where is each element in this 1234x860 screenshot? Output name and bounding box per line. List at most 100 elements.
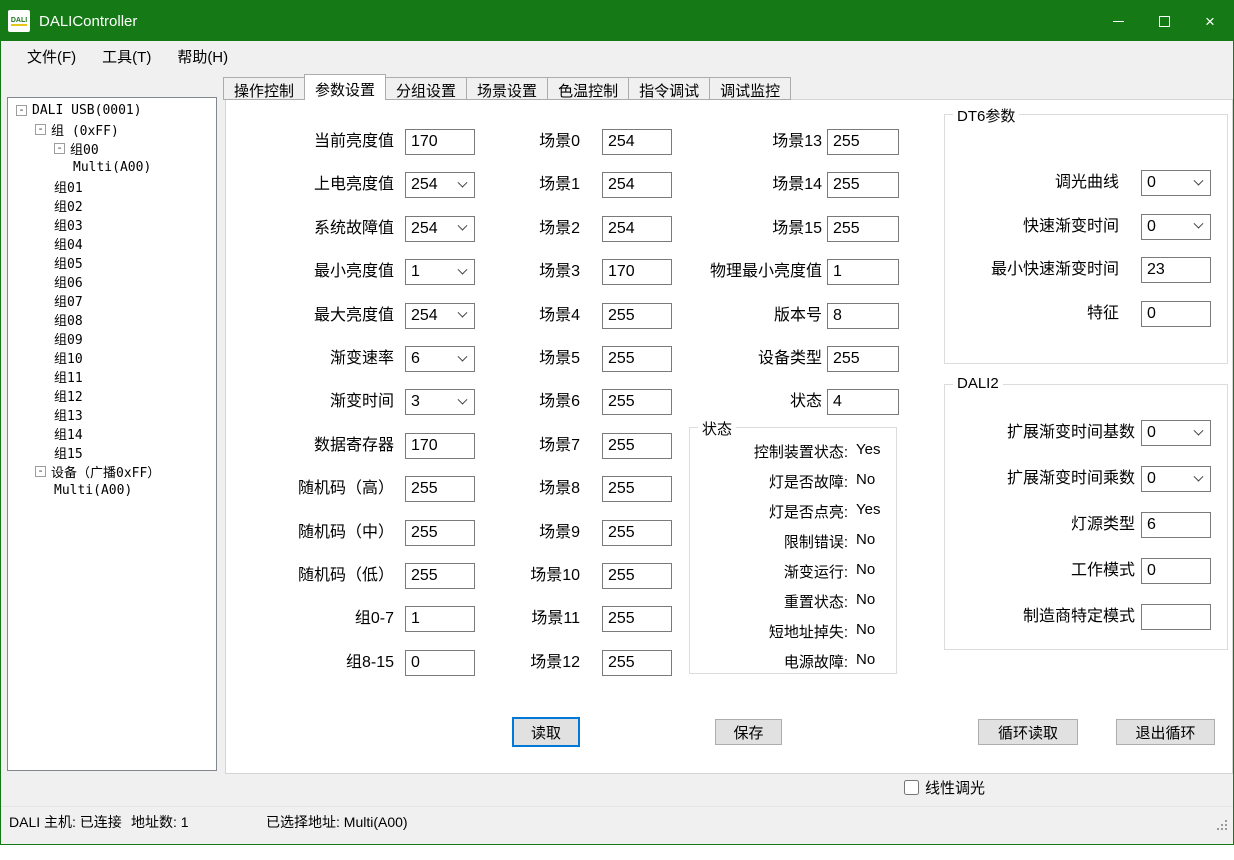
extended-fade-time-multiplier-combobox[interactable]: 0 [1141,466,1211,492]
dimming-curve-label: 调光曲线 [949,170,1119,196]
tree-item-16[interactable]: 组13 [8,405,216,424]
tree-item-7[interactable]: 组04 [8,234,216,253]
tree-item-1[interactable]: -组 (0xFF) [8,120,216,139]
fade-time-combobox[interactable]: 3 [405,389,475,415]
group-8-15-input[interactable] [405,650,475,676]
maximize-button[interactable] [1141,1,1187,41]
tree-item-6[interactable]: 组03 [8,215,216,234]
tree-expander-icon[interactable]: - [16,105,27,116]
tree-item-4[interactable]: 组01 [8,177,216,196]
scene-0-label: 场景0 [466,129,580,155]
group-0-7-input[interactable] [405,606,475,632]
light-source-type-input[interactable] [1141,512,1211,538]
device-type-label: 设备类型 [636,346,822,372]
scene-11-label: 场景11 [466,606,580,632]
tree-item-17[interactable]: 组14 [8,424,216,443]
tab-0[interactable]: 操作控制 [223,77,305,100]
read-button[interactable]: 读取 [512,717,580,747]
scene-10-input[interactable] [602,563,672,589]
random-code-high-input[interactable] [405,476,475,502]
short-address-missing-label: 短地址掉失: [696,621,848,642]
min-level-combobox[interactable]: 1 [405,259,475,285]
extended-fade-time-multiplier-label: 扩展渐变时间乘数 [949,466,1135,492]
tree-item-2[interactable]: -组00 [8,139,216,158]
power-on-level-combobox[interactable]: 254 [405,172,475,198]
tree-item-0[interactable]: -DALI USB(0001) [8,101,216,120]
tree-item-11[interactable]: 组08 [8,310,216,329]
tab-content-panel: 状态 控制装置状态:Yes灯是否故障:No灯是否点亮:Yes限制错误:No渐变运… [225,99,1233,774]
tree-item-3[interactable]: Multi(A00) [8,158,216,177]
menu-item-1[interactable]: 工具(T) [89,42,164,71]
tree-item-10[interactable]: 组07 [8,291,216,310]
scene-13-input[interactable] [827,129,899,155]
tree-item-5[interactable]: 组02 [8,196,216,215]
menu-item-2[interactable]: 帮助(H) [164,42,241,71]
tree-item-12[interactable]: 组09 [8,329,216,348]
tree-item-14[interactable]: 组11 [8,367,216,386]
system-failure-level-combobox[interactable]: 254 [405,216,475,242]
extended-fade-time-base-combobox[interactable]: 0 [1141,420,1211,446]
features-label: 特征 [949,301,1119,327]
scene-7-input[interactable] [602,433,672,459]
scene-6-label: 场景6 [466,389,580,415]
chevron-down-icon [1194,471,1204,481]
current-level-label: 当前亮度值 [234,129,394,155]
tree-expander-icon[interactable]: - [54,143,65,154]
power-failure-value: No [856,651,875,668]
scene-9-input[interactable] [602,520,672,546]
version-number-input[interactable] [827,303,899,329]
app-icon: DALI [8,10,30,32]
max-level-combobox[interactable]: 254 [405,303,475,329]
device-type-input[interactable] [827,346,899,372]
tree-item-8[interactable]: 组05 [8,253,216,272]
physical-min-level-input[interactable] [827,259,899,285]
operating-mode-input[interactable] [1141,558,1211,584]
data-register-input[interactable] [405,433,475,459]
random-code-low-input[interactable] [405,563,475,589]
tab-3[interactable]: 场景设置 [466,77,548,100]
features-input[interactable] [1141,301,1211,327]
random-code-mid-input[interactable] [405,520,475,546]
scene-8-input[interactable] [602,476,672,502]
tree-item-9[interactable]: 组06 [8,272,216,291]
linear-dimming-checkbox[interactable] [904,780,919,795]
scene-5-label: 场景5 [466,346,580,372]
data-register-label: 数据寄存器 [234,433,394,459]
tree-item-19[interactable]: -设备（广播0xFF） [8,462,216,481]
physical-min-level-label: 物理最小亮度值 [636,259,822,285]
tab-2[interactable]: 分组设置 [385,77,467,100]
scene-12-input[interactable] [602,650,672,676]
scene-15-input[interactable] [827,216,899,242]
status-value-label: 状态 [636,389,822,415]
scene-14-input[interactable] [827,172,899,198]
tree-expander-icon[interactable]: - [35,466,46,477]
minimize-button[interactable] [1095,1,1141,41]
status-value-input[interactable] [827,389,899,415]
tree-item-18[interactable]: 组15 [8,443,216,462]
manufacturer-specific-mode-input[interactable] [1141,604,1211,630]
close-button[interactable]: × [1187,1,1233,41]
tree-item-15[interactable]: 组12 [8,386,216,405]
loop-read-button[interactable]: 循环读取 [978,719,1078,745]
tab-5[interactable]: 指令调试 [628,77,710,100]
scene-11-input[interactable] [602,606,672,632]
exit-loop-button[interactable]: 退出循环 [1116,719,1215,745]
tree-item-13[interactable]: 组10 [8,348,216,367]
fast-fade-time-combobox[interactable]: 0 [1141,214,1211,240]
min-fast-fade-time-input[interactable] [1141,257,1211,283]
menu-item-0[interactable]: 文件(F) [14,42,89,71]
tree-item-label: 组00 [70,139,99,158]
tab-4[interactable]: 色温控制 [547,77,629,100]
reset-state-value: No [856,591,875,608]
save-button[interactable]: 保存 [715,719,782,745]
tree-item-label: 组13 [54,405,83,424]
fade-rate-combobox[interactable]: 6 [405,346,475,372]
tree-expander-icon[interactable]: - [35,124,46,135]
resize-grip-icon[interactable] [1225,820,1227,822]
dt6-group: DT6参数 调光曲线0快速渐变时间0最小快速渐变时间特征 [944,114,1228,364]
dimming-curve-combobox[interactable]: 0 [1141,170,1211,196]
tab-1[interactable]: 参数设置 [304,74,386,100]
tree-item-20[interactable]: Multi(A00) [8,481,216,500]
tab-6[interactable]: 调试监控 [709,77,791,100]
current-level-input[interactable] [405,129,475,155]
